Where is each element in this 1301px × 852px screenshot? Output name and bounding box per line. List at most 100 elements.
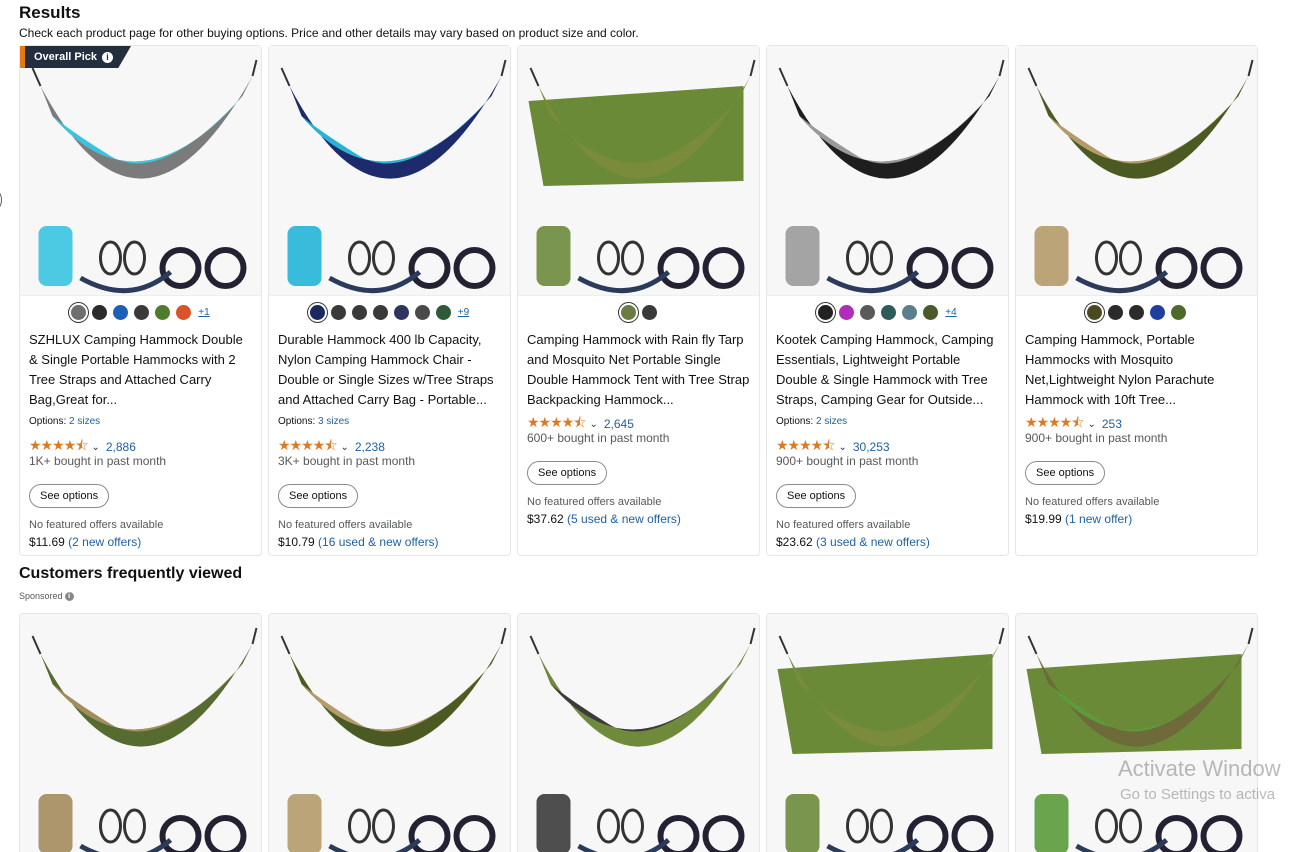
more-colors-link[interactable]: +4 (945, 307, 956, 318)
options-link[interactable]: 3 sizes (318, 416, 349, 427)
color-swatch[interactable] (414, 305, 430, 320)
info-icon[interactable]: i (64, 591, 74, 601)
color-swatch[interactable] (113, 305, 129, 320)
price-value: $11.69 (29, 535, 65, 549)
price-value: $37.62 (527, 512, 564, 526)
color-swatch[interactable] (923, 305, 939, 320)
product-card[interactable]: Camping Hammock with Rain fly Tarp and M… (517, 45, 760, 556)
sponsored-text: Sponsored (19, 591, 63, 601)
see-options-button[interactable]: See options (278, 484, 359, 508)
color-swatch[interactable] (155, 305, 171, 320)
color-swatches (1016, 305, 1257, 320)
product-title-link[interactable]: Durable Hammock 400 lb Capacity, Nylon C… (278, 330, 503, 410)
rating-count-link[interactable]: 30,253 (853, 440, 890, 454)
more-colors-link[interactable]: +9 (458, 307, 469, 318)
offers-link[interactable]: (5 used & new offers) (567, 512, 681, 526)
price-row: $37.62 (5 used & new offers) (527, 512, 681, 526)
color-swatch[interactable] (351, 305, 367, 320)
more-colors-link[interactable]: +1 (198, 307, 209, 318)
color-swatch[interactable] (435, 305, 451, 320)
product-image[interactable] (518, 614, 759, 852)
product-image-area[interactable] (518, 46, 759, 296)
color-swatch[interactable] (881, 305, 897, 320)
rating-count-link[interactable]: 2,238 (355, 440, 385, 454)
color-swatch[interactable] (176, 305, 192, 320)
see-options-button[interactable]: See options (1025, 461, 1106, 485)
options-row: Options: 2 sizes (776, 416, 847, 427)
rating-count-link[interactable]: 2,886 (106, 440, 136, 454)
color-swatch[interactable] (641, 305, 657, 320)
sponsored-product-card[interactable] (517, 613, 760, 852)
overall-pick-badge: Overall Pick i (20, 46, 131, 68)
options-link[interactable]: 2 sizes (69, 416, 100, 427)
no-featured-offers: No featured offers available (1025, 496, 1160, 508)
see-options-button[interactable]: See options (776, 484, 857, 508)
product-image[interactable] (20, 614, 261, 852)
product-image[interactable] (1016, 46, 1257, 296)
color-swatch[interactable] (1087, 305, 1102, 320)
color-swatch[interactable] (839, 305, 855, 320)
product-card[interactable]: Camping Hammock, Portable Hammocks with … (1015, 45, 1258, 556)
product-title-link[interactable]: Kootek Camping Hammock, Camping Essentia… (776, 330, 1001, 410)
color-swatch[interactable] (902, 305, 918, 320)
color-swatch[interactable] (1171, 305, 1186, 320)
product-card[interactable]: Overall Pick i +1 SZHLUX Camping Hammock Do… (19, 45, 262, 556)
offers-link[interactable]: (16 used & new offers) (318, 535, 439, 549)
offers-link[interactable]: (3 used & new offers) (816, 535, 930, 549)
see-options-button[interactable]: See options (29, 484, 110, 508)
product-card[interactable]: +4 Kootek Camping Hammock, Camping Essent… (766, 45, 1009, 556)
color-swatch[interactable] (134, 305, 150, 320)
product-image[interactable] (518, 46, 759, 296)
bought-past-month: 1K+ bought in past month (29, 454, 167, 468)
color-swatch[interactable] (620, 305, 636, 320)
color-swatch[interactable] (71, 305, 87, 320)
rating-count-link[interactable]: 253 (1102, 417, 1122, 431)
color-swatches: +1 (20, 305, 261, 320)
options-label: Options: (278, 416, 316, 427)
product-image-area[interactable] (20, 46, 261, 296)
color-swatch[interactable] (372, 305, 388, 320)
color-swatches: +9 (269, 305, 510, 320)
product-image[interactable] (767, 614, 1008, 852)
color-swatch[interactable] (860, 305, 876, 320)
options-link[interactable]: 2 sizes (816, 416, 847, 427)
color-swatch[interactable] (393, 305, 409, 320)
color-swatch[interactable] (92, 305, 108, 320)
product-title-link[interactable]: Camping Hammock with Rain fly Tarp and M… (527, 330, 752, 410)
product-image[interactable] (269, 46, 510, 296)
offers-link[interactable]: (2 new offers) (68, 535, 141, 549)
color-swatch[interactable] (1129, 305, 1144, 320)
product-image-area[interactable] (1016, 46, 1257, 296)
chevron-down-icon[interactable]: ⌄ (1087, 419, 1095, 430)
product-image[interactable] (1016, 614, 1257, 852)
info-icon[interactable]: i (102, 51, 113, 63)
color-swatch[interactable] (1108, 305, 1123, 320)
chevron-down-icon[interactable]: ⌄ (340, 442, 348, 453)
chevron-down-icon[interactable]: ⌄ (589, 419, 597, 430)
product-card[interactable]: +9 Durable Hammock 400 lb Capacity, Nylon… (268, 45, 511, 556)
product-image-area[interactable] (767, 46, 1008, 296)
offers-link[interactable]: (1 new offer) (1065, 512, 1132, 526)
price-value: $23.62 (776, 535, 813, 549)
color-swatch[interactable] (330, 305, 346, 320)
color-swatch[interactable] (1150, 305, 1165, 320)
chevron-down-icon[interactable]: ⌄ (91, 442, 99, 453)
rating-count-link[interactable]: 2,645 (604, 417, 634, 431)
product-image[interactable] (767, 46, 1008, 296)
product-image[interactable] (269, 614, 510, 852)
product-image-area[interactable] (269, 46, 510, 296)
product-title-link[interactable]: SZHLUX Camping Hammock Double & Single P… (29, 330, 254, 410)
chevron-down-icon[interactable]: ⌄ (838, 442, 846, 453)
bought-past-month: 900+ bought in past month (776, 454, 919, 468)
scroll-left-icon[interactable] (0, 192, 2, 208)
color-swatch[interactable] (309, 305, 325, 320)
badge-body: Overall Pick i (25, 46, 131, 68)
product-title-link[interactable]: Camping Hammock, Portable Hammocks with … (1025, 330, 1250, 410)
sponsored-product-card[interactable] (1015, 613, 1258, 852)
sponsored-product-card[interactable] (766, 613, 1009, 852)
color-swatch[interactable] (818, 305, 834, 320)
see-options-button[interactable]: See options (527, 461, 608, 485)
sponsored-product-card[interactable] (19, 613, 262, 852)
product-image[interactable] (20, 46, 261, 296)
sponsored-product-card[interactable] (268, 613, 511, 852)
